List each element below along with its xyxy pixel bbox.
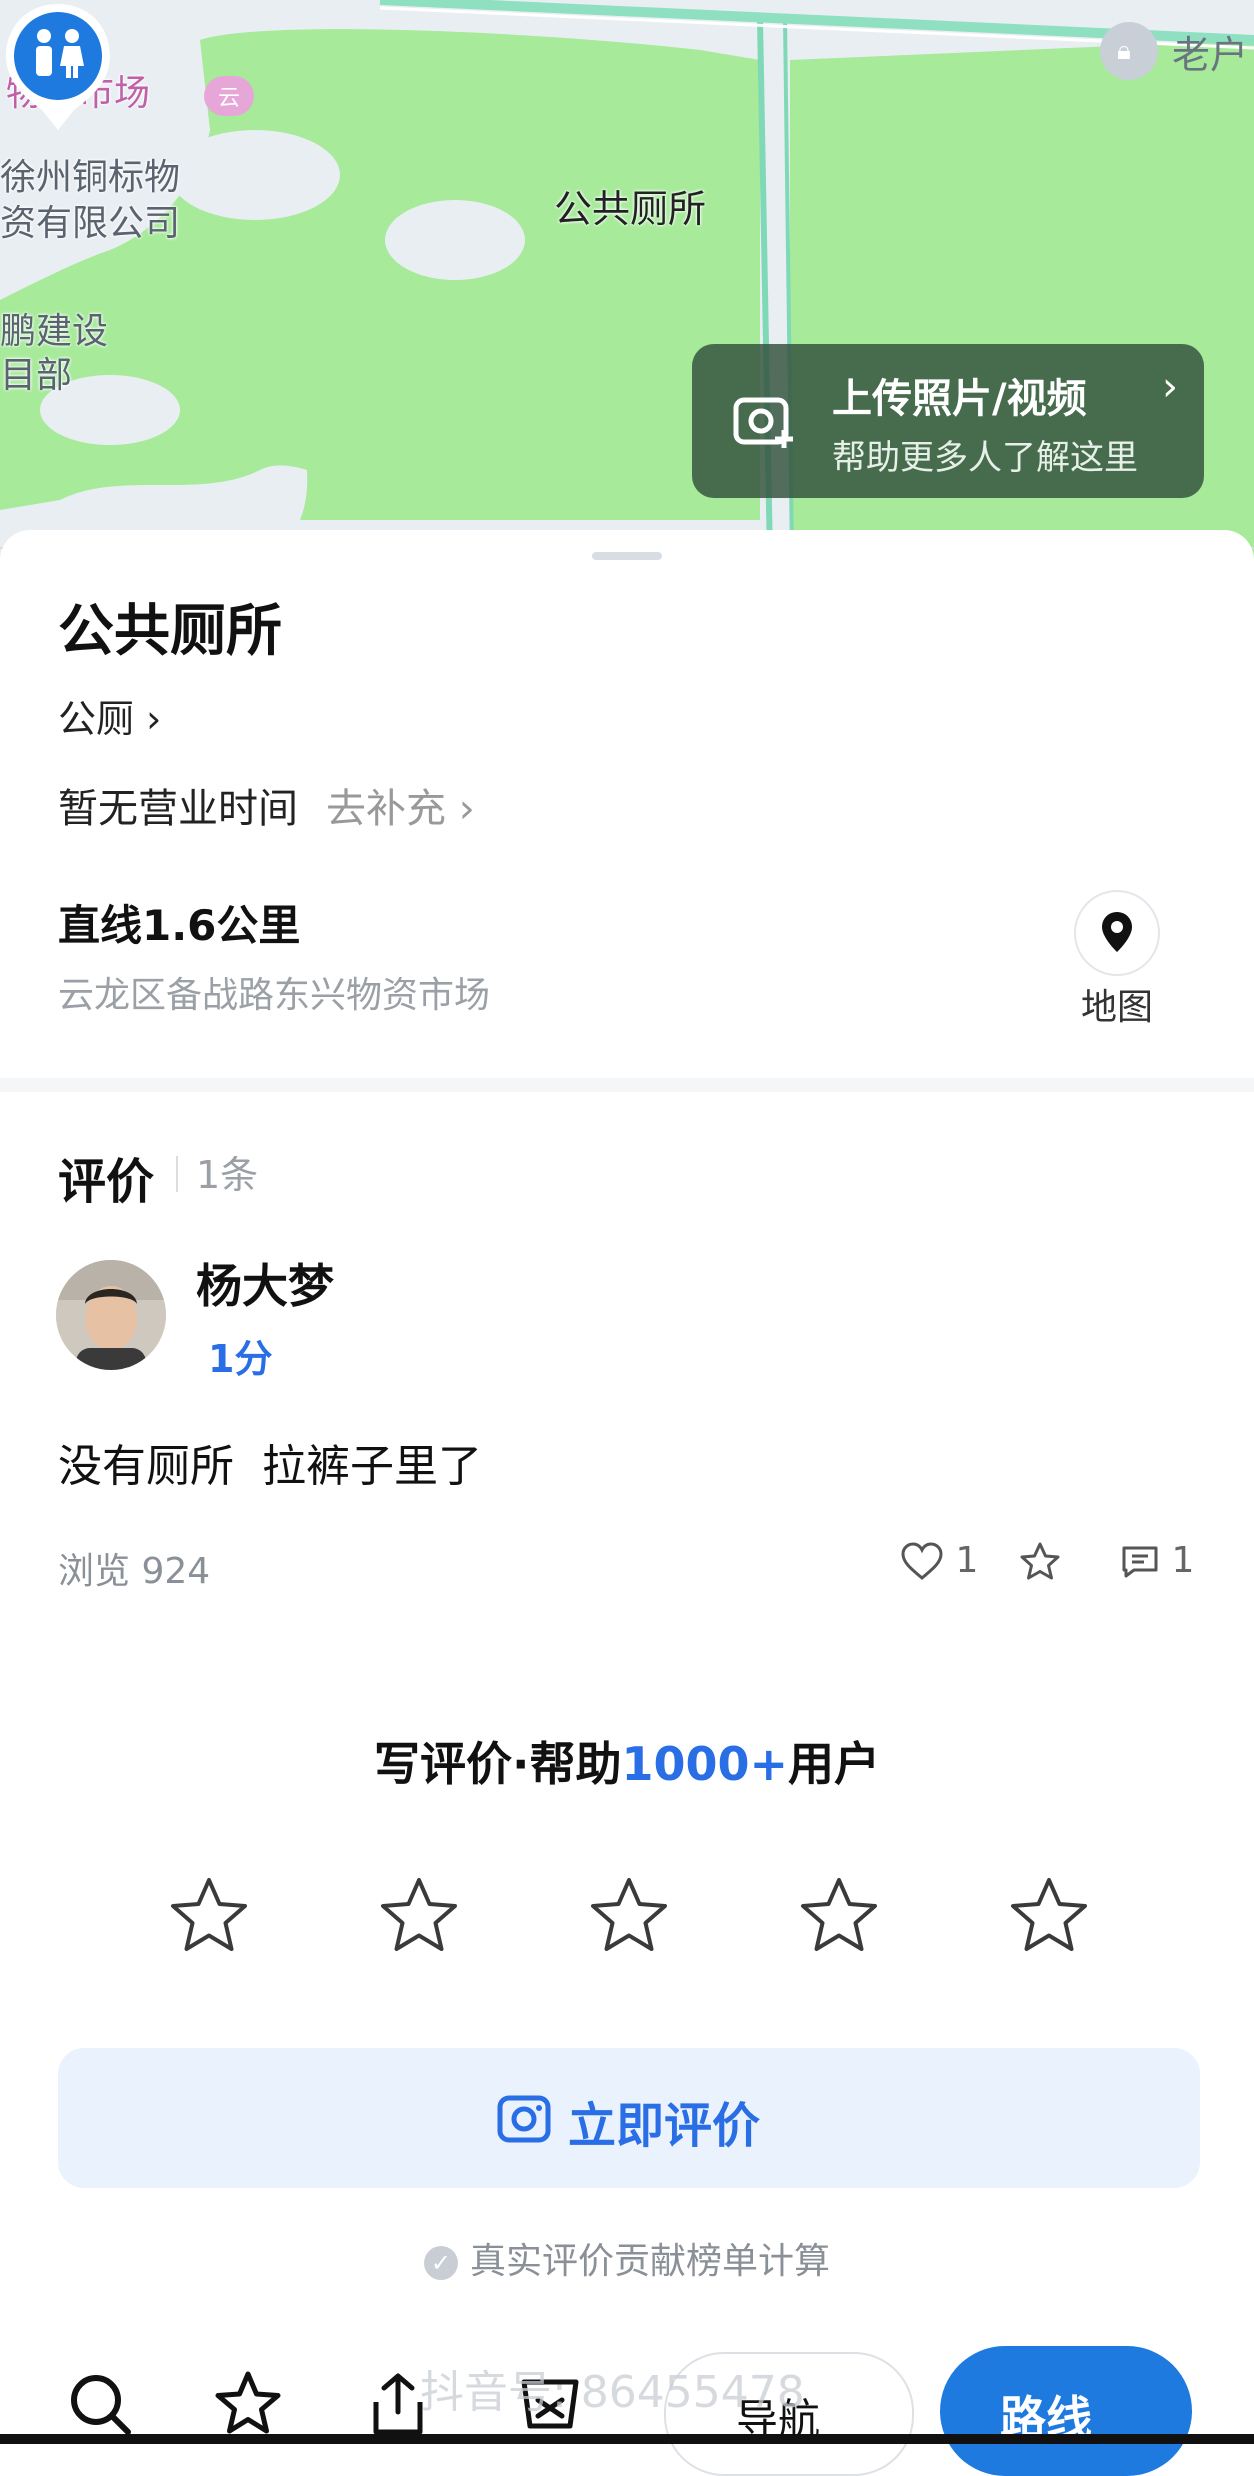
- chevron-right-icon: ›: [134, 697, 162, 741]
- camera-plus-icon: [733, 397, 793, 448]
- map-button-label[interactable]: 地图: [1074, 978, 1160, 1030]
- camera-icon: [497, 2095, 551, 2143]
- title-separator: [176, 1156, 178, 1192]
- place-category-label: 公厕: [58, 697, 135, 741]
- write-review-title: 写评价·帮助1000+用户: [0, 1728, 1254, 1794]
- drag-handle[interactable]: [592, 552, 662, 560]
- map-label-project-1: 鹏建设: [0, 311, 109, 352]
- section-divider: [0, 1078, 1254, 1092]
- upload-photo-card[interactable]: 上传照片/视频 › 帮助更多人了解这里: [692, 344, 1204, 498]
- review-views: 浏览 924: [58, 1551, 211, 1592]
- avatar-image: [56, 1260, 166, 1370]
- rate-now-label: 立即评价: [568, 2098, 761, 2154]
- map-label-company-1: 徐州铜标物: [0, 157, 181, 198]
- write-review-prefix: 写评价·帮助: [373, 1737, 622, 1791]
- heart-icon: [901, 1542, 943, 1580]
- watermark-text: 抖音号: 86455478: [420, 2367, 805, 2418]
- reviewer-name[interactable]: 杨大梦: [196, 1250, 334, 1316]
- screen-bottom-edge: [0, 2434, 1254, 2444]
- search-icon[interactable]: [62, 2366, 138, 2442]
- user-label: 老户: [1172, 33, 1249, 77]
- review-text: 没有厕所 拉裤子里了: [58, 1441, 482, 1492]
- favorite-star-icon[interactable]: [210, 2366, 286, 2442]
- opening-hours-text: 暂无营业时间: [58, 786, 298, 832]
- like-count: 1: [955, 1540, 979, 1581]
- opening-hours: 暂无营业时间 去补充 ›: [58, 776, 475, 834]
- add-hours-label: 去补充: [326, 786, 446, 832]
- map-label-project-2: 目部: [0, 355, 73, 396]
- rating-star-1-icon[interactable]: [164, 1872, 254, 1962]
- map-label-company-2: 资有限公司: [0, 203, 181, 244]
- write-review-highlight: 1000+: [621, 1737, 789, 1791]
- place-title: 公共厕所: [58, 599, 282, 664]
- map-view[interactable]: 物资市场 云 徐州铜标物 资有限公司 鹏建设 目部 公共厕所 🔒︎ 老户 上传照…: [0, 0, 1254, 560]
- chevron-right-icon: ›: [1162, 364, 1178, 410]
- reviews-title: 评价: [58, 1154, 155, 1210]
- place-detail-sheet: 公共厕所 公厕 › 暂无营业时间 去补充 › 直线1.6公里 云龙区备战路东兴物资…: [0, 530, 1254, 2476]
- favorite-button[interactable]: [1018, 1540, 1062, 1583]
- add-hours-link[interactable]: 去补充 ›: [326, 786, 475, 832]
- review-score: 1分: [208, 1337, 273, 1381]
- upload-card-title: 上传照片/视频: [832, 376, 1087, 422]
- rating-star-3-icon[interactable]: [584, 1872, 674, 1962]
- lock-icon: 🔒︎: [1117, 36, 1131, 66]
- address-text: 云龙区备战路东兴物资市场: [58, 975, 491, 1016]
- reviews-count: 1条: [196, 1153, 259, 1197]
- write-review-suffix: 用户: [788, 1737, 881, 1791]
- rate-now-button[interactable]: 立即评价: [58, 2048, 1200, 2188]
- distance-text: 直线1.6公里: [58, 901, 301, 950]
- comment-count: 1: [1171, 1540, 1195, 1581]
- comment-icon: [1122, 1546, 1158, 1578]
- like-button[interactable]: 1: [900, 1540, 978, 1582]
- svg-text:云: 云: [218, 86, 240, 111]
- rating-star-2-icon[interactable]: [374, 1872, 464, 1962]
- star-outline-icon: [1020, 1542, 1060, 1580]
- market-icon: 云: [204, 76, 254, 116]
- upload-card-subtitle: 帮助更多人了解这里: [832, 438, 1138, 478]
- map-button[interactable]: [1074, 890, 1160, 976]
- check-icon: ✓: [423, 2246, 458, 2280]
- comment-button[interactable]: 1: [1120, 1540, 1194, 1581]
- place-category[interactable]: 公厕 ›: [58, 688, 161, 743]
- poi-name-label: 公共厕所: [553, 187, 706, 231]
- toilet-pin-icon[interactable]: [0, 0, 116, 136]
- review-note: ✓ 真实评价贡献榜单计算: [0, 2232, 1254, 2284]
- reviewer-avatar[interactable]: [56, 1260, 166, 1370]
- review-note-text: 真实评价贡献榜单计算: [469, 2241, 830, 2282]
- rating-star-5-icon[interactable]: [1004, 1872, 1094, 1962]
- rating-star-4-icon[interactable]: [794, 1872, 884, 1962]
- location-pin-icon: [1102, 912, 1132, 952]
